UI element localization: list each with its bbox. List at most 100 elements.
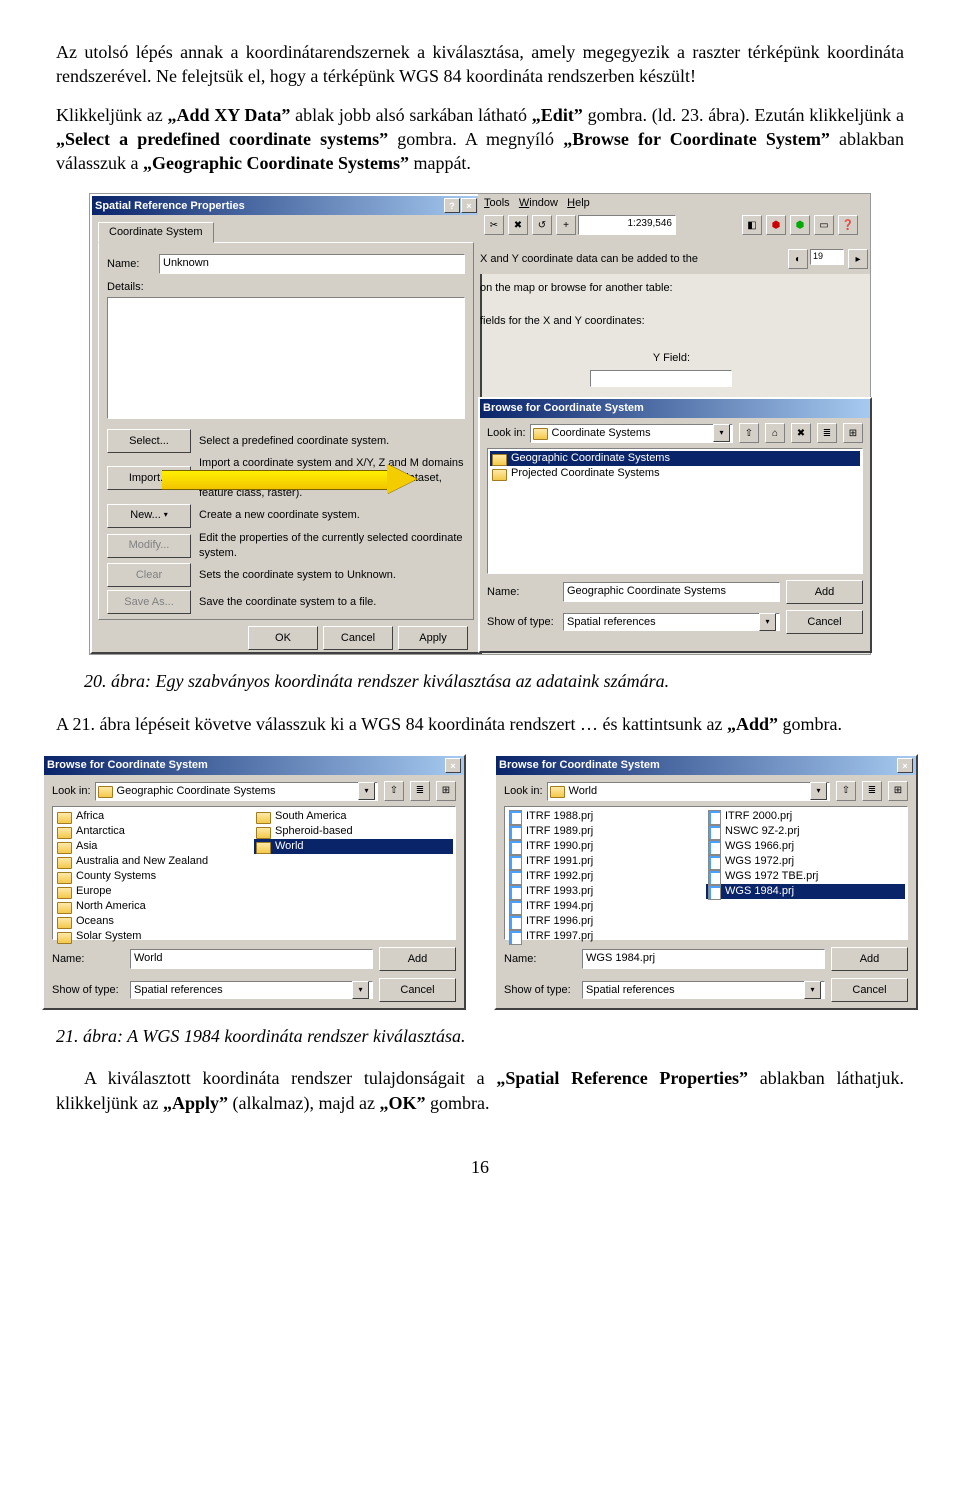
file-icon bbox=[708, 870, 721, 885]
list-item[interactable]: ITRF 1997.prj bbox=[507, 929, 706, 944]
tool-icon[interactable]: ⌂ bbox=[765, 423, 785, 443]
list-item[interactable]: Oceans bbox=[55, 914, 254, 929]
tool-icon[interactable]: ▸ bbox=[848, 249, 868, 269]
list-item[interactable]: Projected Coordinate Systems bbox=[490, 466, 860, 481]
show-field[interactable]: Spatial references▾ bbox=[582, 981, 825, 999]
folder-list[interactable]: AfricaAntarcticaAsiaAustralia and New Ze… bbox=[52, 806, 456, 940]
lookin-field[interactable]: World▾ bbox=[547, 782, 830, 801]
tool-icon[interactable]: ✖ bbox=[508, 215, 528, 235]
folder-list[interactable]: Geographic Coordinate Systems Projected … bbox=[487, 448, 863, 574]
close-icon[interactable]: × bbox=[445, 758, 461, 773]
list-view-icon[interactable]: ≣ bbox=[862, 781, 882, 801]
list-item[interactable]: ITRF 1991.prj bbox=[507, 854, 706, 869]
details-view-icon[interactable]: ⊞ bbox=[843, 423, 863, 443]
xy-hint: X and Y coordinate data can be added to … bbox=[480, 252, 710, 296]
tab-coordinate-system[interactable]: Coordinate System bbox=[98, 222, 214, 243]
figure-20: Spatial Reference Properties ? × Coordin… bbox=[56, 193, 904, 655]
list-item-selected[interactable]: Geographic Coordinate Systems bbox=[490, 451, 860, 466]
add-button[interactable]: Add bbox=[379, 947, 456, 971]
tool-icon[interactable]: + bbox=[556, 215, 576, 235]
up-icon[interactable]: ⇧ bbox=[836, 781, 856, 801]
add-button[interactable]: Add bbox=[831, 947, 908, 971]
name-field[interactable]: World bbox=[130, 949, 373, 969]
chevron-down-icon[interactable]: ▾ bbox=[713, 424, 730, 442]
list-item[interactable]: Australia and New Zealand bbox=[55, 854, 254, 869]
chevron-down-icon[interactable]: ▾ bbox=[759, 613, 776, 631]
up-icon[interactable]: ⇧ bbox=[739, 423, 759, 443]
chevron-down-icon[interactable]: ▾ bbox=[358, 782, 375, 800]
folder-icon bbox=[98, 786, 113, 798]
list-item[interactable]: Antarctica bbox=[55, 824, 254, 839]
list-item[interactable]: WGS 1966.prj bbox=[706, 839, 905, 854]
list-item[interactable]: NSWC 9Z-2.prj bbox=[706, 824, 905, 839]
list-item[interactable]: South America bbox=[254, 809, 453, 824]
name-field[interactable]: Geographic Coordinate Systems bbox=[563, 582, 780, 602]
tool-icon[interactable]: ◐ bbox=[788, 249, 808, 269]
close-icon[interactable]: × bbox=[461, 198, 477, 213]
details-box[interactable] bbox=[107, 297, 465, 419]
scale-field[interactable]: 1:239,546 bbox=[578, 215, 676, 235]
side-toolbar: ◐ 19 ▸ bbox=[786, 249, 868, 269]
lookin-field[interactable]: Geographic Coordinate Systems▾ bbox=[95, 782, 378, 801]
add-button[interactable]: Add bbox=[786, 580, 863, 604]
apply-button[interactable]: Apply bbox=[398, 626, 468, 650]
show-field[interactable]: Spatial references▾ bbox=[563, 613, 780, 631]
tool-icon[interactable]: ⬢ bbox=[790, 215, 810, 235]
modify-button: Modify... bbox=[107, 534, 191, 558]
list-item[interactable]: World bbox=[254, 839, 453, 854]
cancel-button[interactable]: Cancel bbox=[323, 626, 393, 650]
list-item[interactable]: ITRF 1990.prj bbox=[507, 839, 706, 854]
show-field[interactable]: Spatial references▾ bbox=[130, 981, 373, 999]
name-field[interactable]: Unknown bbox=[159, 254, 465, 274]
list-item[interactable]: ITRF 1993.prj bbox=[507, 884, 706, 899]
list-item[interactable]: ITRF 1996.prj bbox=[507, 914, 706, 929]
tool-icon[interactable]: ◧ bbox=[742, 215, 762, 235]
details-view-icon[interactable]: ⊞ bbox=[436, 781, 456, 801]
chevron-down-icon[interactable]: ▾ bbox=[804, 981, 821, 999]
app-menu[interactable]: Tools Window Help bbox=[478, 194, 870, 213]
file-icon bbox=[708, 840, 721, 855]
list-item[interactable]: Spheroid-based bbox=[254, 824, 453, 839]
list-item[interactable]: County Systems bbox=[55, 869, 254, 884]
lookin-field[interactable]: Coordinate Systems ▾ bbox=[530, 424, 733, 443]
chevron-down-icon[interactable]: ▾ bbox=[352, 981, 369, 999]
list-item[interactable]: WGS 1972 TBE.prj bbox=[706, 869, 905, 884]
list-item[interactable]: Asia bbox=[55, 839, 254, 854]
list-item[interactable]: ITRF 1994.prj bbox=[507, 899, 706, 914]
list-item[interactable]: WGS 1984.prj bbox=[706, 884, 905, 899]
list-item[interactable]: ITRF 1988.prj bbox=[507, 809, 706, 824]
details-view-icon[interactable]: ⊞ bbox=[888, 781, 908, 801]
tool-icon[interactable]: ⬢ bbox=[766, 215, 786, 235]
new-button[interactable]: New...▾ bbox=[107, 504, 191, 528]
ok-button[interactable]: OK bbox=[248, 626, 318, 650]
file-icon bbox=[509, 810, 522, 825]
list-view-icon[interactable]: ≣ bbox=[410, 781, 430, 801]
cancel-button[interactable]: Cancel bbox=[786, 610, 863, 634]
file-list[interactable]: ITRF 1988.prjITRF 1989.prjITRF 1990.prjI… bbox=[504, 806, 908, 940]
close-icon[interactable]: × bbox=[897, 758, 913, 773]
folder-icon bbox=[57, 827, 72, 839]
cancel-button[interactable]: Cancel bbox=[831, 978, 908, 1002]
list-item[interactable]: WGS 1972.prj bbox=[706, 854, 905, 869]
folder-icon bbox=[256, 827, 271, 839]
list-item[interactable]: North America bbox=[55, 899, 254, 914]
tool-icon[interactable]: ✖ bbox=[791, 423, 811, 443]
cancel-button[interactable]: Cancel bbox=[379, 978, 456, 1002]
help-icon[interactable]: ? bbox=[444, 198, 460, 213]
list-view-icon[interactable]: ≣ bbox=[817, 423, 837, 443]
list-item[interactable]: Europe bbox=[55, 884, 254, 899]
up-icon[interactable]: ⇧ bbox=[384, 781, 404, 801]
select-button[interactable]: Select... bbox=[107, 429, 191, 453]
list-item[interactable]: ITRF 1989.prj bbox=[507, 824, 706, 839]
tool-icon[interactable]: ↺ bbox=[532, 215, 552, 235]
list-item[interactable]: ITRF 1992.prj bbox=[507, 869, 706, 884]
tool-icon[interactable]: ▭ bbox=[814, 215, 834, 235]
list-item[interactable]: Solar System bbox=[55, 929, 254, 944]
chevron-down-icon[interactable]: ▾ bbox=[810, 782, 827, 800]
help-icon[interactable]: ❓ bbox=[838, 215, 858, 235]
name-field[interactable]: WGS 1984.prj bbox=[582, 949, 825, 969]
folder-icon bbox=[256, 842, 271, 854]
list-item[interactable]: ITRF 2000.prj bbox=[706, 809, 905, 824]
tool-icon[interactable]: ✂ bbox=[484, 215, 504, 235]
list-item[interactable]: Africa bbox=[55, 809, 254, 824]
